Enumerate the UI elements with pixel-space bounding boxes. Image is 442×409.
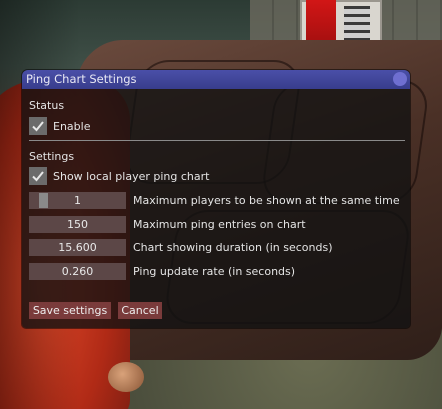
show-local-ping-label: Show local player ping chart <box>53 170 210 183</box>
section-divider <box>29 140 405 141</box>
max-ping-entries-input[interactable]: 150 <box>29 216 126 233</box>
ping-update-rate-label: Ping update rate (in seconds) <box>133 265 296 278</box>
settings-heading: Settings <box>29 150 75 163</box>
enable-label: Enable <box>53 120 91 133</box>
ping-update-rate-value: 0.260 <box>61 265 94 278</box>
save-settings-button[interactable]: Save settings <box>29 302 111 319</box>
player-hand <box>108 362 144 392</box>
ping-chart-settings-window: Ping Chart Settings Status Enable Settin… <box>22 70 410 328</box>
show-local-ping-checkbox[interactable] <box>29 167 47 185</box>
enable-checkbox[interactable] <box>29 117 47 135</box>
chart-duration-value: 15.600 <box>58 241 97 254</box>
max-players-label: Maximum players to be shown at the same … <box>133 194 400 207</box>
max-ping-entries-label: Maximum ping entries on chart <box>133 218 306 231</box>
chart-duration-label: Chart showing duration (in seconds) <box>133 241 333 254</box>
ping-update-rate-input[interactable]: 0.260 <box>29 263 126 280</box>
cancel-button[interactable]: Cancel <box>118 302 162 319</box>
max-players-value: 1 <box>74 194 81 207</box>
chart-duration-input[interactable]: 15.600 <box>29 239 126 256</box>
max-ping-entries-value: 150 <box>67 218 88 231</box>
status-heading: Status <box>29 99 65 112</box>
max-players-slider[interactable]: 1 <box>29 192 126 209</box>
checkmark-icon <box>32 121 44 132</box>
title-bar[interactable]: Ping Chart Settings <box>22 70 410 89</box>
checkmark-icon <box>32 171 44 182</box>
collapse-icon[interactable] <box>393 72 407 86</box>
window-title: Ping Chart Settings <box>26 72 137 86</box>
